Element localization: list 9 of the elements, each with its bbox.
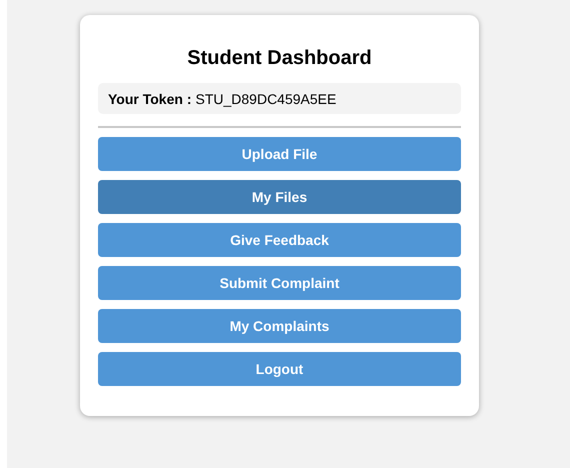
dashboard-title: Student Dashboard — [186, 46, 373, 71]
menu-button[interactable]: Give Feedback — [98, 223, 461, 257]
menu-button[interactable]: Upload File — [98, 137, 461, 171]
menu-button[interactable]: Submit Complaint — [98, 266, 461, 300]
menu-button[interactable]: My Files — [98, 180, 461, 214]
menu-button[interactable]: Logout — [98, 352, 461, 386]
token-label: Your Token : — [108, 90, 192, 106]
menu-button[interactable]: My Complaints — [98, 309, 461, 343]
token-value: STU_D89DC459A5EE — [195, 90, 336, 106]
